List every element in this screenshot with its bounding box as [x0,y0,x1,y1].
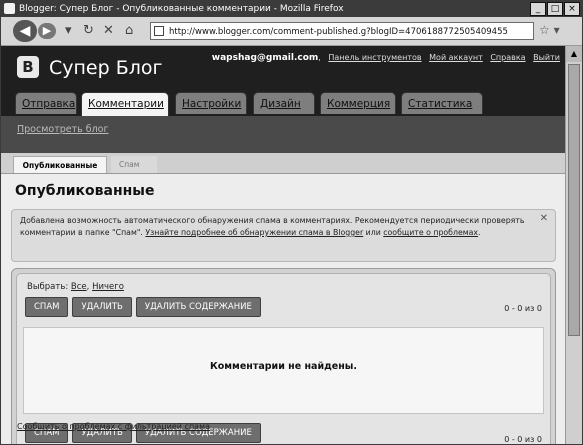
window-title: Blogger: Супер Блог - Опубликованные ком… [19,4,344,14]
vertical-scrollbar[interactable]: ▲ [565,46,582,444]
reload-icon[interactable]: ↻ [83,23,94,39]
page-title: Опубликованные [15,183,155,199]
select-none-link[interactable]: Ничего [92,282,124,292]
subtab-spam[interactable]: Спам [111,156,157,173]
tab-bar: Просмотреть блог [1,116,566,153]
close-button[interactable]: × [564,2,580,16]
tab-posting[interactable]: Отправка [15,92,77,114]
forward-arrow-icon[interactable]: ▶ [38,23,56,39]
help-link[interactable]: Справка [490,53,525,62]
window-controls: _ □ × [530,2,580,16]
notice-or: или [363,228,384,237]
scroll-thumb[interactable] [568,64,580,336]
title-bar: Blogger: Супер Блог - Опубликованные ком… [1,1,582,17]
bottom-counter: 0 - 0 из 0 [504,435,542,444]
close-icon[interactable]: ✕ [540,213,548,225]
tab-stats[interactable]: Статистика [401,92,483,114]
spam-notice: Добавлена возможность автоматического об… [11,209,556,262]
view-blog-link[interactable]: Просмотреть блог [17,124,108,135]
home-icon[interactable]: ⌂ [125,23,133,39]
tab-settings[interactable]: Настройки [175,92,247,114]
scroll-up-icon[interactable]: ▲ [566,46,582,62]
select-all-link[interactable]: Все [71,282,87,292]
sign-out-link[interactable]: Выйти [533,53,560,62]
browser-toolbar: ◀ ▶ ▾ ↻ ✕ ⌂ http://www.blogger.com/comme… [1,17,582,46]
comment-list: Комментарии не найдены. [23,327,544,414]
blogger-logo-icon: B [17,56,39,78]
user-nav: wapshag@gmail.com, Панель инструментов М… [211,53,560,63]
url-text: http://www.blogger.com/comment-published… [169,27,508,37]
tab-comments[interactable]: Комментарии [81,92,169,117]
spam-button[interactable]: СПАМ [25,297,69,317]
maximize-button[interactable]: □ [547,2,563,16]
dropdown-icon[interactable]: ▾ [65,23,72,39]
delete-button[interactable]: УДАЛИТЬ [72,297,132,317]
subtab-published[interactable]: Опубликованные [13,156,107,173]
comment-subtabs: Опубликованные Спам [1,153,566,174]
comments-panel-inner: Выбрать: Все, Ничего СПАМ УДАЛИТЬ УДАЛИТ… [16,273,551,444]
user-email: wapshag@gmail.com [211,53,319,63]
stop-icon[interactable]: ✕ [103,23,114,39]
top-action-buttons: СПАМ УДАЛИТЬ УДАЛИТЬ СОДЕРЖАНИЕ [25,297,261,317]
tab-monetize[interactable]: Коммерция [320,92,396,114]
page-content: B Супер Блог wapshag@gmail.com, Панель и… [1,46,566,444]
remove-content-button[interactable]: УДАЛИТЬ СОДЕРЖАНИЕ [135,297,261,317]
minimize-button[interactable]: _ [530,2,546,16]
notice-end: . [478,228,481,237]
tab-design[interactable]: Дизайн [253,92,315,114]
top-counter: 0 - 0 из 0 [504,304,542,313]
select-label: Выбрать: [27,282,69,292]
back-arrow-icon[interactable]: ◀ [13,20,37,42]
empty-message: Комментарии не найдены. [210,361,357,372]
my-account-link[interactable]: Мой аккаунт [429,53,483,62]
comments-panel: Выбрать: Все, Ничего СПАМ УДАЛИТЬ УДАЛИТ… [11,268,556,444]
report-spam-filter-link[interactable]: Сообщить о проблемах с фильтрацией спама [17,422,210,431]
report-problems-link[interactable]: сообщите о проблемах [383,228,478,237]
firefox-icon [4,3,15,14]
blog-name: Супер Блог [49,57,163,79]
dashboard-link[interactable]: Панель инструментов [328,53,421,62]
browser-window: Blogger: Супер Блог - Опубликованные ком… [0,0,583,445]
page-icon [154,26,164,36]
address-bar[interactable]: http://www.blogger.com/comment-published… [150,22,534,40]
bookmark-star-icon[interactable]: ☆ ▾ [539,23,560,37]
learn-more-link[interactable]: Узнайте подробнее об обнаружении спама в… [145,228,363,237]
blogger-header: B Супер Блог wapshag@gmail.com, Панель и… [1,46,566,153]
select-controls: Выбрать: Все, Ничего [27,282,124,292]
